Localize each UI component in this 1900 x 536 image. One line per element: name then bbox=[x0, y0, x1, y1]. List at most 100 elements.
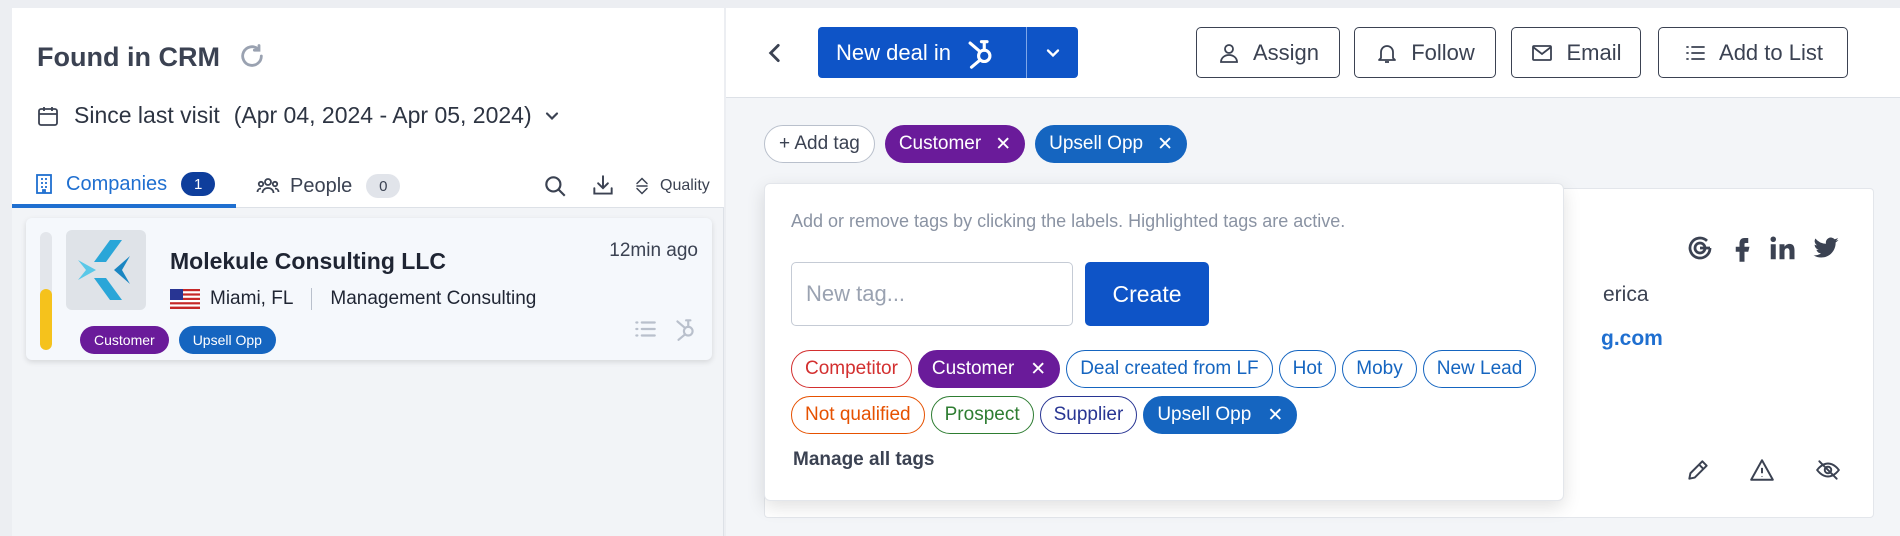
tag-label: Moby bbox=[1356, 358, 1403, 379]
results-tabs: Companies 1 People 0 Quality bbox=[12, 164, 724, 208]
company-logo bbox=[66, 230, 146, 310]
divider bbox=[311, 288, 313, 310]
crm-results-header: Found in CRM Since last visit (Apr 04, 2… bbox=[12, 8, 724, 208]
refresh-icon[interactable] bbox=[238, 42, 266, 70]
tag-option-upsell-opp[interactable]: Upsell Opp ✕ bbox=[1143, 396, 1298, 434]
new-deal-button[interactable]: New deal in bbox=[818, 27, 1026, 78]
tab-companies[interactable]: Companies 1 bbox=[12, 164, 236, 208]
hubspot-icon bbox=[968, 39, 992, 69]
date-range-label: Since last visit bbox=[74, 102, 220, 128]
download-icon[interactable] bbox=[590, 173, 616, 199]
company-tag-upsell-opp[interactable]: Upsell Opp bbox=[178, 326, 276, 354]
edit-icon[interactable] bbox=[1685, 457, 1711, 483]
new-tag-input[interactable] bbox=[791, 262, 1073, 326]
quality-filter[interactable]: Quality bbox=[632, 164, 710, 208]
company-industry: Management Consulting bbox=[330, 288, 537, 309]
date-range-value: (Apr 04, 2024 - Apr 05, 2024) bbox=[233, 102, 532, 128]
people-icon bbox=[256, 178, 280, 194]
remove-tag-icon[interactable]: ✕ bbox=[1157, 133, 1173, 156]
count-badge: 0 bbox=[366, 174, 401, 198]
email-button[interactable]: Email bbox=[1511, 27, 1641, 78]
tab-label: People bbox=[290, 174, 353, 197]
search-icon[interactable] bbox=[542, 173, 568, 199]
follow-button[interactable]: Follow bbox=[1354, 27, 1496, 78]
hubspot-icon[interactable] bbox=[672, 316, 698, 342]
tag-option-new-lead[interactable]: New Lead bbox=[1422, 350, 1537, 388]
quality-label: Quality bbox=[660, 177, 710, 194]
tag-option-supplier[interactable]: Supplier bbox=[1039, 396, 1138, 434]
tag-label: Supplier bbox=[1053, 404, 1124, 425]
tag-label: Hot bbox=[1292, 358, 1323, 379]
active-tag-upsell-opp[interactable]: Upsell Opp ✕ bbox=[1035, 125, 1188, 163]
tag-option-competitor[interactable]: Competitor bbox=[791, 350, 912, 388]
tab-label: Companies bbox=[66, 172, 168, 195]
tag-editor-popover: Add or remove tags by clicking the label… bbox=[764, 183, 1564, 501]
warning-icon[interactable] bbox=[1749, 457, 1775, 483]
google-icon[interactable] bbox=[1685, 233, 1715, 263]
detail-panel: New deal in Assign Follow Email Add to L… bbox=[726, 8, 1900, 536]
bell-icon bbox=[1378, 44, 1397, 63]
building-icon bbox=[36, 174, 52, 194]
tag-option-deal-created-from-lf[interactable]: Deal created from LF bbox=[1066, 350, 1273, 388]
remove-tag-icon[interactable]: ✕ bbox=[1267, 404, 1283, 427]
company-name[interactable]: Molekule Consulting LLC bbox=[170, 248, 446, 275]
follow-label: Follow bbox=[1411, 39, 1475, 65]
detail-toolbar: New deal in Assign Follow Email Add to L… bbox=[726, 8, 1900, 98]
tag-label: Deal created from LF bbox=[1080, 358, 1259, 379]
manage-tags-link[interactable]: Manage all tags bbox=[793, 449, 935, 471]
company-city: Miami, FL bbox=[210, 288, 294, 309]
hide-icon[interactable] bbox=[1815, 457, 1841, 483]
tag-editor-hint: Add or remove tags by clicking the label… bbox=[791, 211, 1346, 231]
add-to-list-label: Add to List bbox=[1719, 39, 1823, 65]
company-card[interactable]: Molekule Consulting LLC Miami, FL Manage… bbox=[26, 218, 712, 360]
chevron-down-icon bbox=[1046, 48, 1059, 57]
assign-label: Assign bbox=[1252, 39, 1320, 65]
new-deal-label: New deal in bbox=[836, 39, 951, 65]
new-deal-dropdown[interactable] bbox=[1026, 27, 1078, 78]
date-range-selector[interactable]: Since last visit (Apr 04, 2024 - Apr 05,… bbox=[36, 102, 562, 129]
tab-people[interactable]: People 0 bbox=[256, 164, 401, 208]
tag-option-customer[interactable]: Customer ✕ bbox=[917, 350, 1061, 388]
facebook-icon[interactable] bbox=[1727, 233, 1757, 263]
list-icon bbox=[1686, 45, 1705, 60]
linkedin-icon[interactable] bbox=[1767, 233, 1797, 263]
calendar-icon bbox=[38, 106, 58, 126]
new-deal-split-button: New deal in bbox=[818, 27, 1078, 78]
assign-button[interactable]: Assign bbox=[1196, 27, 1340, 78]
create-tag-button[interactable]: Create bbox=[1085, 262, 1209, 326]
company-location: Miami, FL Management Consulting bbox=[170, 288, 536, 310]
list-icon[interactable] bbox=[632, 316, 658, 342]
remove-tag-icon[interactable]: ✕ bbox=[995, 133, 1011, 156]
website-link[interactable]: g.com bbox=[1601, 327, 1663, 351]
us-flag-icon bbox=[170, 289, 200, 309]
tag-options: Competitor Customer ✕ Deal created from LF H… bbox=[791, 350, 1551, 434]
active-tag-customer[interactable]: Customer ✕ bbox=[884, 125, 1026, 163]
quality-score-fill bbox=[40, 288, 52, 350]
chevron-down-icon bbox=[545, 111, 558, 120]
company-tag-customer[interactable]: Customer bbox=[80, 326, 169, 354]
active-tags-row: + Add tag Customer ✕ Upsell Opp ✕ bbox=[764, 125, 1188, 163]
tag-option-moby[interactable]: Moby bbox=[1342, 350, 1417, 388]
tag-option-hot[interactable]: Hot bbox=[1278, 350, 1337, 388]
tag-option-not-qualified[interactable]: Not qualified bbox=[791, 396, 925, 434]
tag-option-prospect[interactable]: Prospect bbox=[930, 396, 1034, 434]
tag-label: Competitor bbox=[805, 358, 898, 379]
add-to-list-button[interactable]: Add to List bbox=[1658, 27, 1848, 78]
country-text: erica bbox=[1603, 283, 1649, 306]
tag-label: New Lead bbox=[1436, 358, 1523, 379]
twitter-icon[interactable] bbox=[1811, 233, 1841, 263]
tag-label: Upsell Opp bbox=[1157, 404, 1252, 425]
tag-label: Upsell Opp bbox=[1049, 133, 1144, 154]
quality-score-bar bbox=[40, 232, 52, 350]
tag-label: Customer bbox=[931, 358, 1015, 379]
crm-results-panel: Found in CRM Since last visit (Apr 04, 2… bbox=[12, 8, 724, 536]
tag-label: Prospect bbox=[944, 404, 1020, 425]
count-badge: 1 bbox=[181, 172, 216, 196]
sort-icon bbox=[636, 177, 648, 195]
remove-tag-icon[interactable]: ✕ bbox=[1030, 358, 1046, 381]
panel-title: Found in CRM bbox=[37, 42, 220, 72]
tag-label: Customer bbox=[898, 133, 982, 154]
last-seen-time: 12min ago bbox=[609, 240, 698, 261]
add-tag-button[interactable]: + Add tag bbox=[764, 125, 875, 163]
back-arrow-icon[interactable] bbox=[762, 40, 788, 66]
